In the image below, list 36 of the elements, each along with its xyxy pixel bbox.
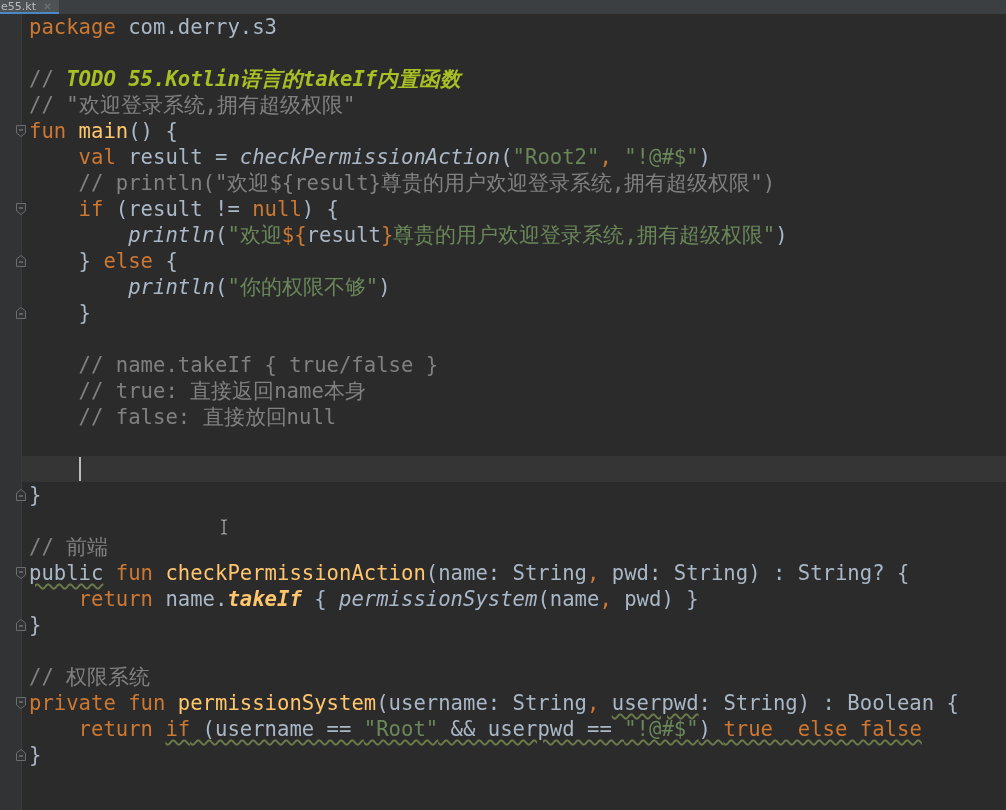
- code-line: }: [28, 612, 43, 638]
- fold-icon[interactable]: [16, 619, 26, 631]
- code-line: }: [77, 300, 92, 326]
- file-tab[interactable]: e55.kt: [0, 0, 59, 14]
- code-line: private fun permissionSystem(username: String, userpwd: String) : Boolean {: [28, 690, 960, 716]
- code-line: fun main() {: [28, 118, 179, 144]
- code-line: // TODO 55.Kotlin语言的takeIf内置函数: [28, 66, 464, 92]
- code-line: // name.takeIf { true/false }: [77, 352, 440, 378]
- code-line: println("欢迎${result}尊贵的用户欢迎登录系统,拥有超级权限"): [127, 222, 789, 248]
- fold-icon[interactable]: [16, 203, 26, 215]
- code-line: }: [28, 742, 43, 768]
- code-line: package com.derry.s3: [28, 14, 278, 40]
- fold-icon[interactable]: [16, 749, 26, 761]
- fold-icon[interactable]: [16, 307, 26, 319]
- code-line: // println("欢迎${result}尊贵的用户欢迎登录系统,拥有超级权限"): [77, 170, 777, 196]
- code-line: return if (username == "Root" && userpwd == "!@#$") true else false: [77, 716, 923, 742]
- code-line: println("你的权限不够"): [127, 274, 392, 300]
- fold-icon[interactable]: [16, 125, 26, 137]
- code-line: }: [28, 482, 43, 508]
- code-line: // 前端: [28, 534, 110, 560]
- fold-icon[interactable]: [16, 697, 26, 709]
- code-line: // true: 直接返回name本身: [77, 378, 367, 404]
- text-cursor: [78, 457, 81, 481]
- code-line: if (result != null) {: [77, 196, 340, 222]
- fold-icon[interactable]: [16, 489, 26, 501]
- code-line: // false: 直接放回null: [77, 404, 338, 430]
- close-icon[interactable]: [43, 2, 51, 10]
- code-line: } else {: [77, 248, 179, 274]
- code-line: return name.takeIf { permissionSystem(name, pwd) }: [77, 586, 700, 612]
- fold-icon[interactable]: [16, 255, 26, 267]
- code-line: // "欢迎登录系统,拥有超级权限": [28, 92, 357, 118]
- code-line: // 权限系统: [28, 664, 152, 690]
- code-line: public fun checkPermissionAction(name: String, pwd: String) : String? {: [28, 560, 911, 586]
- code-line: val result = checkPermissionAction("Root2", "!@#$"): [77, 144, 712, 170]
- mouse-cursor-icon: [220, 519, 228, 535]
- fold-icon[interactable]: [16, 567, 26, 579]
